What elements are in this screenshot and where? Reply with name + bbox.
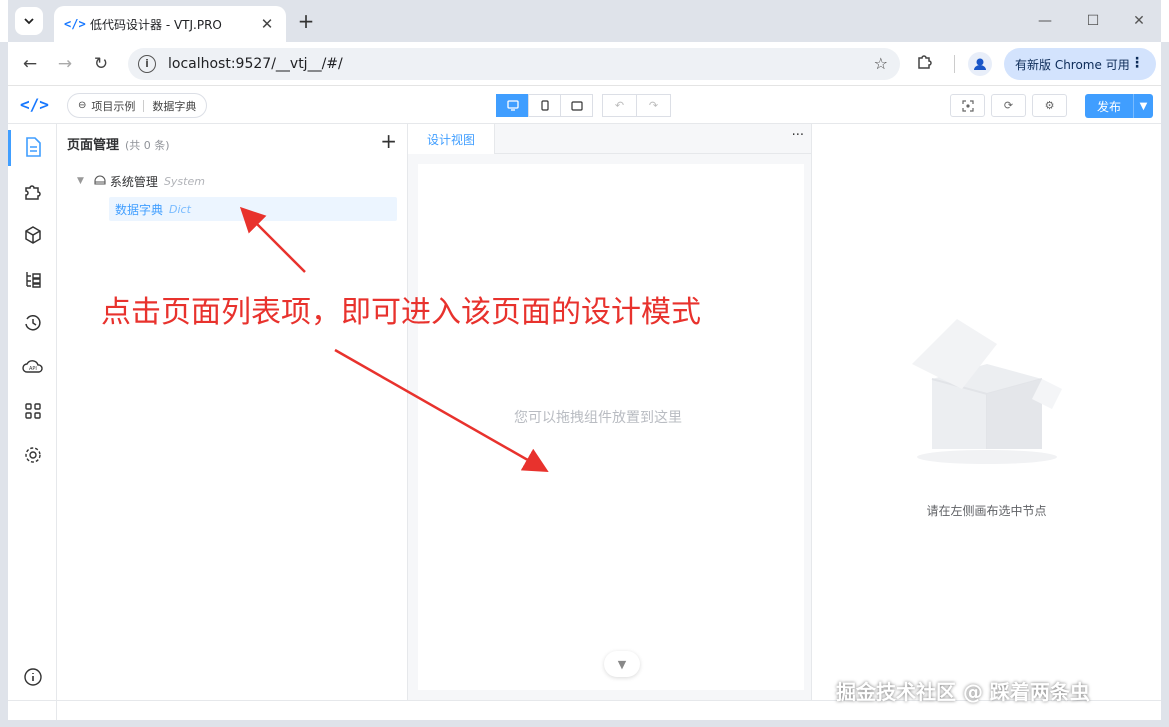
browser-window: </> 低代码设计器 - VTJ.PRO ✕ + — ☐ ✕ ← → ↻ i l…: [0, 0, 1169, 727]
arrow-to-tree-item: [239, 206, 306, 273]
arrow-to-canvas: [334, 348, 549, 472]
watermark: 掘金技术社区 @ 踩着两条虫: [836, 680, 1090, 704]
annotation-arrows: [239, 206, 549, 472]
annotation-caption: 点击页面列表项，即可进入该页面的设计模式: [101, 295, 701, 330]
